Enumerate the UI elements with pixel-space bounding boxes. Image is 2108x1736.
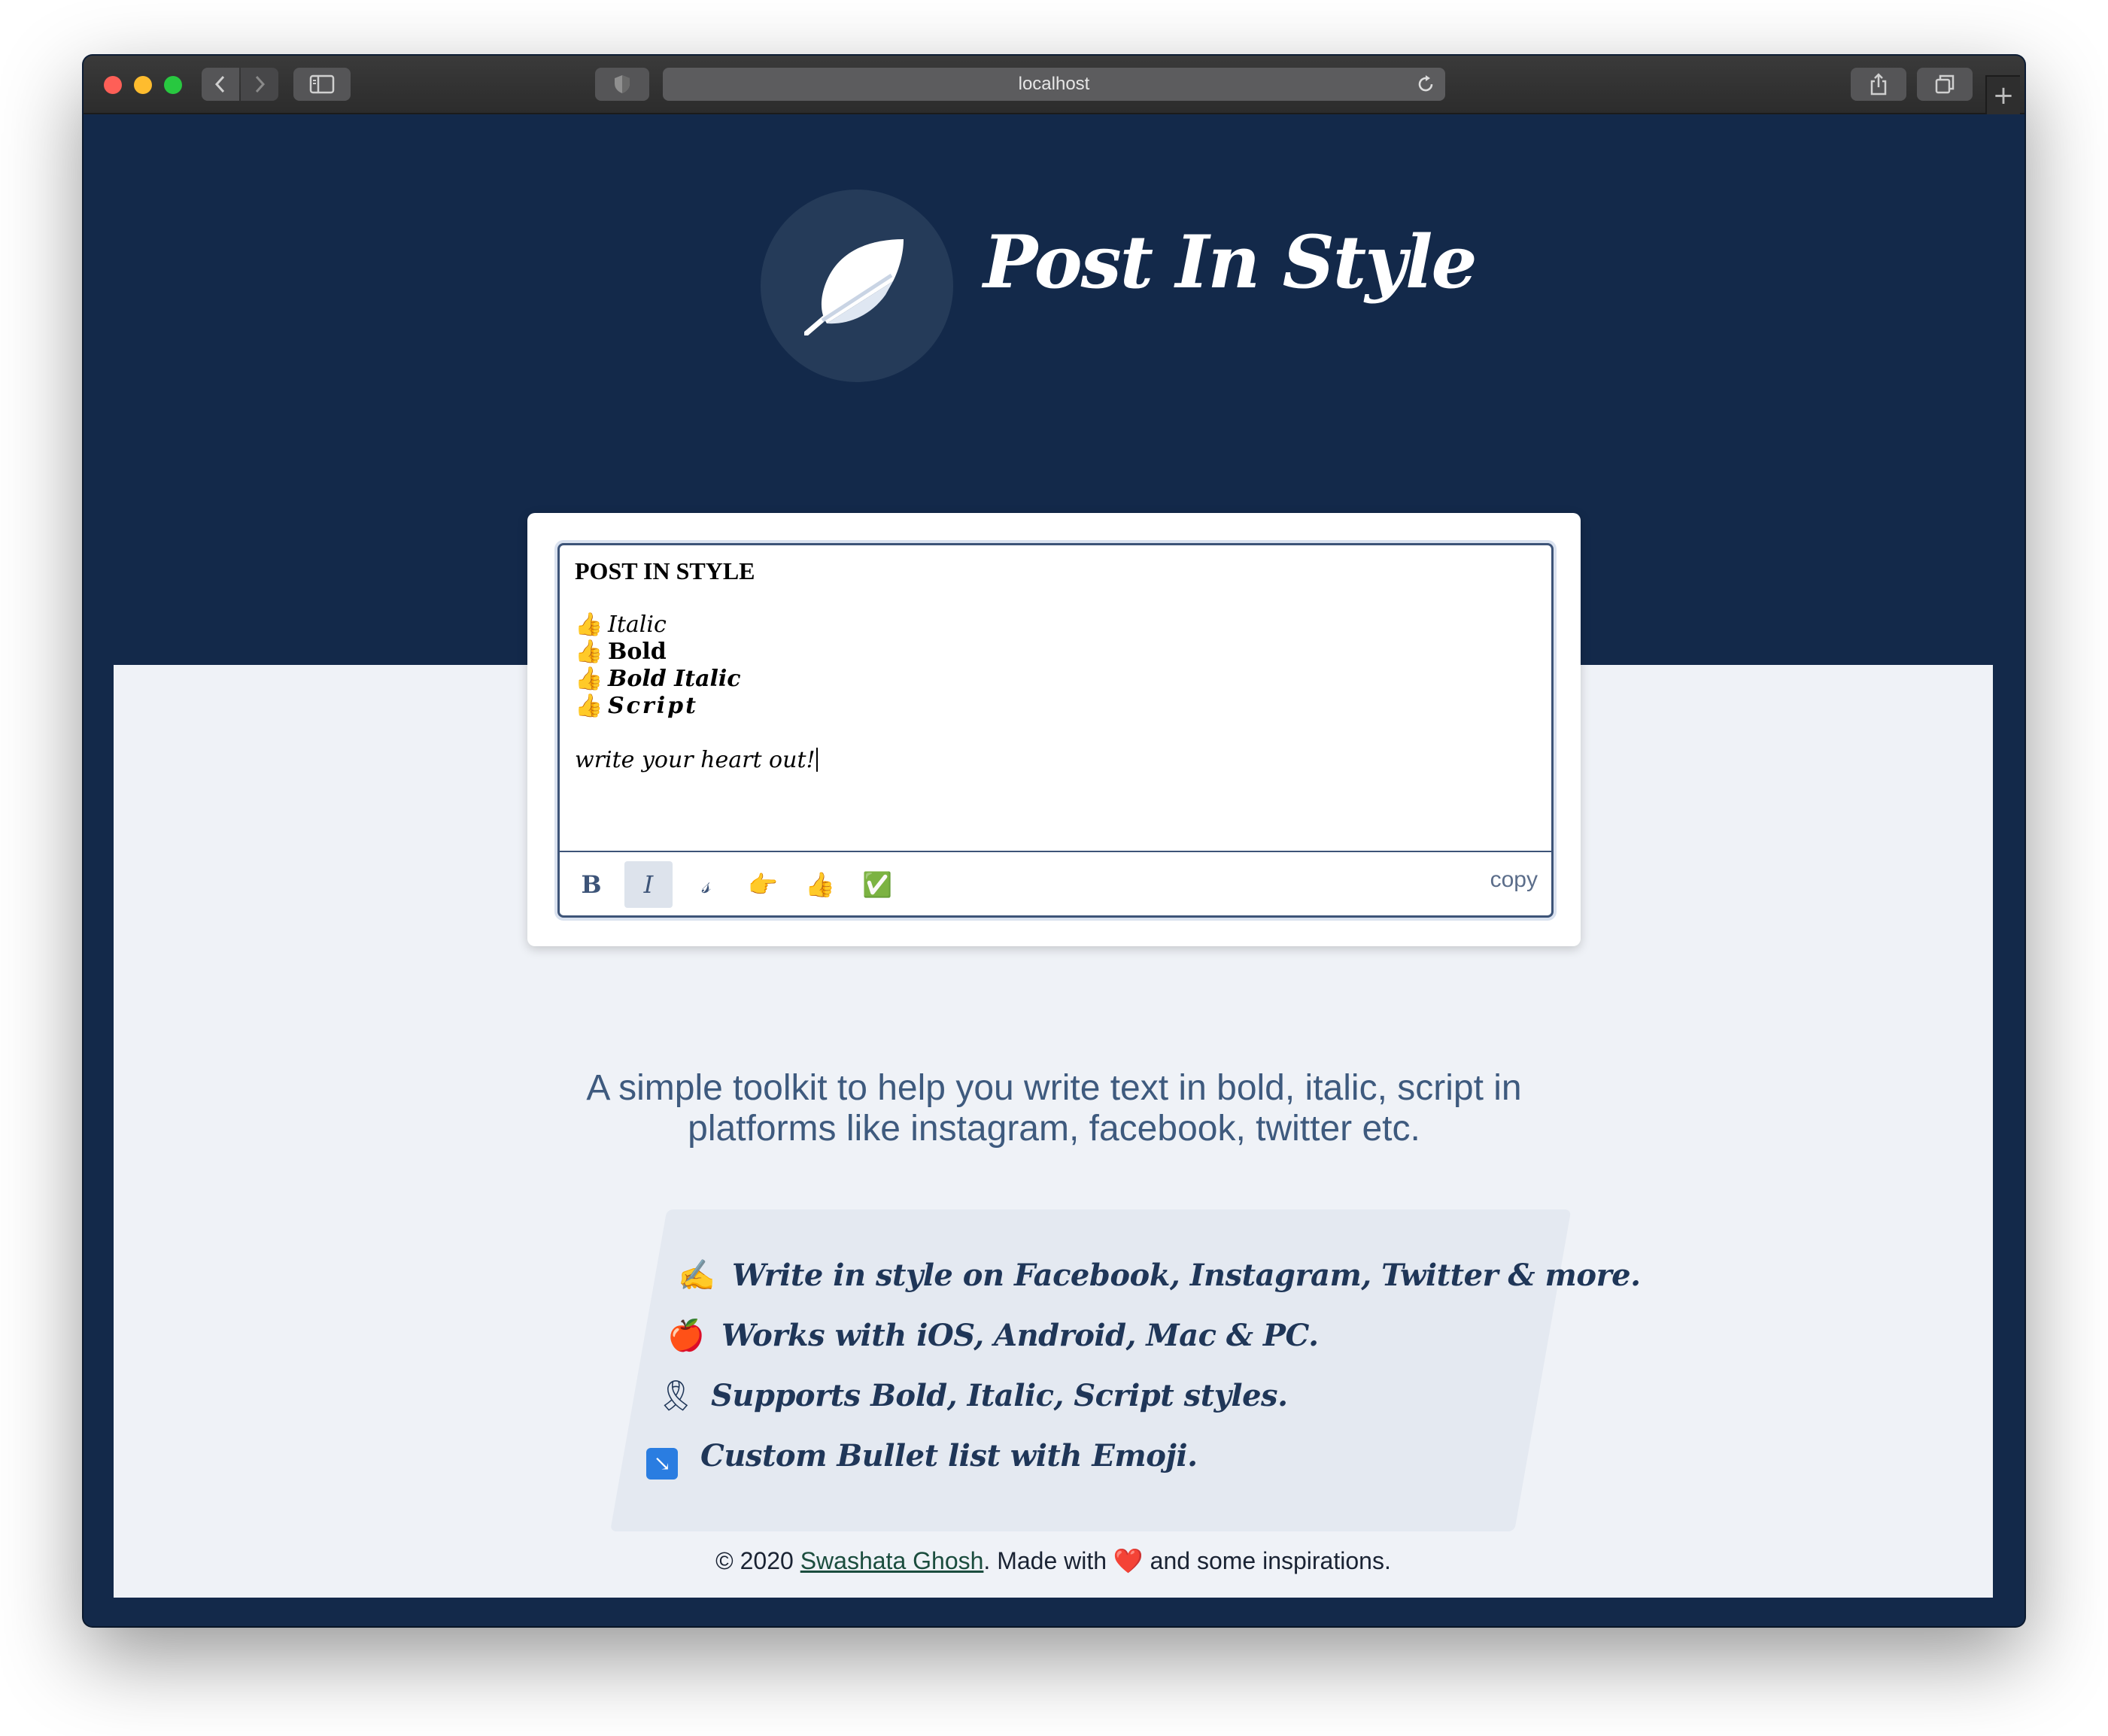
footer-made-with: . Made with (983, 1547, 1113, 1574)
tabs-icon (1935, 74, 1955, 94)
logo (761, 190, 953, 382)
tagline: A simple toolkit to help you write text … (586, 1068, 1522, 1149)
writing-hand-icon: ✍ (678, 1258, 715, 1293)
feature-item: 🎗 Supports Bold, Italic, Script styles. (657, 1378, 1288, 1413)
brand-title: Post In Style (983, 220, 1478, 305)
bold-button[interactable]: B (567, 861, 615, 908)
copyright-text: © 2020 (715, 1547, 800, 1574)
browser-titlebar: localhost + (84, 56, 2024, 114)
close-window-button[interactable] (104, 76, 122, 94)
browser-window: localhost + Post In Style POST IN STYLE … (84, 56, 2024, 1626)
share-button[interactable] (1851, 68, 1906, 101)
privacy-report-button[interactable] (595, 68, 649, 101)
check-mark-icon[interactable]: ✅ (853, 861, 901, 908)
zoom-window-button[interactable] (164, 76, 182, 94)
chevron-right-icon (255, 75, 266, 93)
share-icon (1870, 73, 1887, 96)
feature-text: Works with iOS, Android, Mac & PC. (721, 1318, 1319, 1353)
shield-icon (615, 75, 630, 93)
heart-icon: ❤️ (1113, 1547, 1144, 1574)
thumbs-up-icon: 👍 (575, 666, 603, 692)
forward-button[interactable] (241, 68, 278, 101)
italic-button[interactable]: I (624, 861, 673, 908)
address-bar[interactable]: localhost (663, 68, 1445, 101)
tab-overview-button[interactable] (1917, 68, 1973, 101)
page-content: Post In Style POST IN STYLE 👍 Italic 👍 Bol… (84, 114, 2024, 1626)
bold-sample: Bold (608, 639, 667, 665)
editor-list-item: 👍 Script (575, 693, 1536, 720)
sidebar-icon (309, 74, 335, 94)
editor-heading: POST IN STYLE (575, 557, 755, 584)
thumbs-up-icon: 👍 (575, 639, 603, 665)
footer: © 2020 Swashata Ghosh. Made with ❤️ and … (114, 1546, 1993, 1575)
ribbon-icon: 🎗 (657, 1379, 695, 1413)
italic-sample: Italic (608, 612, 667, 638)
feature-item: ↘ Custom Bullet list with Emoji. (646, 1438, 1198, 1480)
feature-text: Supports Bold, Italic, Script styles. (711, 1378, 1288, 1413)
editor-toolbar: B I 𝓈 👉 👍 ✅ copy (560, 851, 1551, 915)
editor-card: POST IN STYLE 👍 Italic 👍 Bold 👍 Bold Italic… (527, 513, 1581, 946)
sidebar-toggle-button[interactable] (293, 68, 351, 101)
chevron-left-icon (214, 75, 225, 93)
feature-item: 🍎 Works with iOS, Android, Mac & PC. (667, 1318, 1319, 1353)
editor-list-item: 👍 Italic (575, 612, 1536, 639)
editor-list-item: 👍 Bold Italic (575, 666, 1536, 693)
rich-text-editor[interactable]: POST IN STYLE 👍 Italic 👍 Bold 👍 Bold Italic… (557, 543, 1554, 918)
thumbs-up-icon[interactable]: 👍 (796, 861, 844, 908)
back-button[interactable] (202, 68, 239, 101)
script-button[interactable]: 𝓈 (682, 861, 730, 908)
feather-icon (804, 239, 904, 335)
url-text: localhost (1018, 74, 1090, 94)
bold-italic-sample: Bold Italic (608, 666, 741, 692)
text-cursor (816, 748, 818, 772)
pointing-hand-icon[interactable]: 👉 (739, 861, 787, 908)
closing-text: write your heart out! (575, 747, 816, 773)
editor-list-item: 👍 Bold (575, 639, 1536, 666)
reload-icon[interactable] (1415, 74, 1436, 100)
copy-button[interactable]: copy (1490, 867, 1538, 893)
thumbs-up-icon: 👍 (575, 693, 603, 719)
author-link[interactable]: Swashata Ghosh (800, 1547, 984, 1574)
footer-suffix: and some inspirations. (1143, 1547, 1391, 1574)
feature-text: Custom Bullet list with Emoji. (700, 1438, 1198, 1473)
new-tab-button[interactable]: + (1985, 75, 2020, 114)
feature-item: ✍ Write in style on Facebook, Instagram, … (678, 1258, 1641, 1293)
thumbs-up-icon: 👍 (575, 612, 603, 638)
feature-text: Write in style on Facebook, Instagram, T… (732, 1258, 1641, 1293)
apple-icon: 🍎 (667, 1319, 705, 1353)
script-sample: Script (608, 693, 698, 719)
arrow-down-right-icon: ↘ (646, 1448, 678, 1480)
editor-closing-line: write your heart out! (575, 747, 1536, 774)
editor-content[interactable]: POST IN STYLE 👍 Italic 👍 Bold 👍 Bold Italic… (575, 557, 1536, 843)
minimize-window-button[interactable] (134, 76, 152, 94)
